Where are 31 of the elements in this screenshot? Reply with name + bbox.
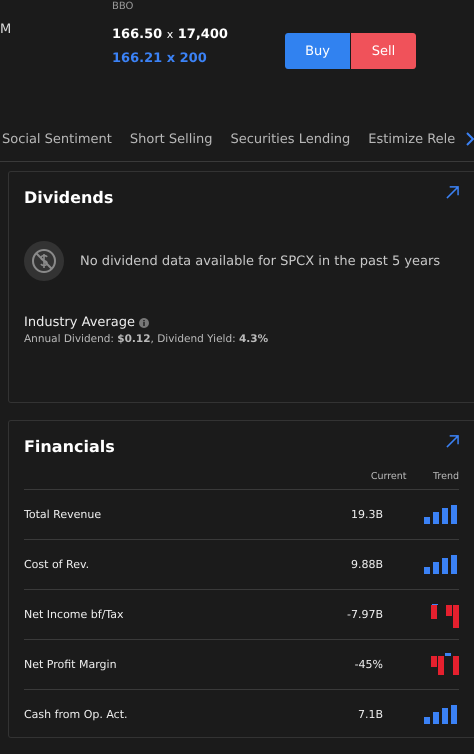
ask-quote: 166.50 x 17,400 [112,27,228,42]
industry-average-text: Annual Dividend: $0.12, Dividend Yield: 4.3% [24,333,270,345]
no-dollar-icon [24,241,64,281]
metric-label: Cash from Op. Act. [24,708,129,721]
metric-label: Total Revenue [24,508,102,521]
metric-value: -45% [354,658,383,671]
buy-button[interactable]: Buy [285,33,350,69]
bid-quote: 166.21 x 200 [112,51,208,66]
metric-value: -7.97B [346,608,383,621]
industry-average-title: Industry Average [24,315,135,330]
empty-message: No dividend data available for SPCX in the past 5 years [80,254,440,268]
metric-value: 7.1B [356,708,383,721]
card-title: Dividends [24,188,114,206]
tab[interactable]: Securities Lending [230,132,350,146]
column-header: Current [370,471,406,482]
quote-label: M [0,22,12,37]
tab[interactable]: Short Selling [130,132,212,146]
chevron-right-icon[interactable] [466,132,474,146]
info-icon[interactable] [139,318,149,328]
metric-value: 19.3B [350,508,383,521]
metric-label: Net Income bf/Tax [24,608,124,621]
expand-arrow-icon[interactable] [446,434,459,448]
tab[interactable]: Social Sentiment [2,132,112,146]
metric-value: 9.88B [350,558,383,571]
metric-label: Cost of Rev. [24,558,90,571]
card-title: Financials [24,436,115,456]
metric-label: Net Profit Margin [24,658,118,671]
column-header: Trend [433,471,459,482]
bbo-label: BBO [112,1,134,12]
tab[interactable]: Estimize Rele [368,132,456,146]
expand-arrow-icon[interactable] [446,186,459,198]
